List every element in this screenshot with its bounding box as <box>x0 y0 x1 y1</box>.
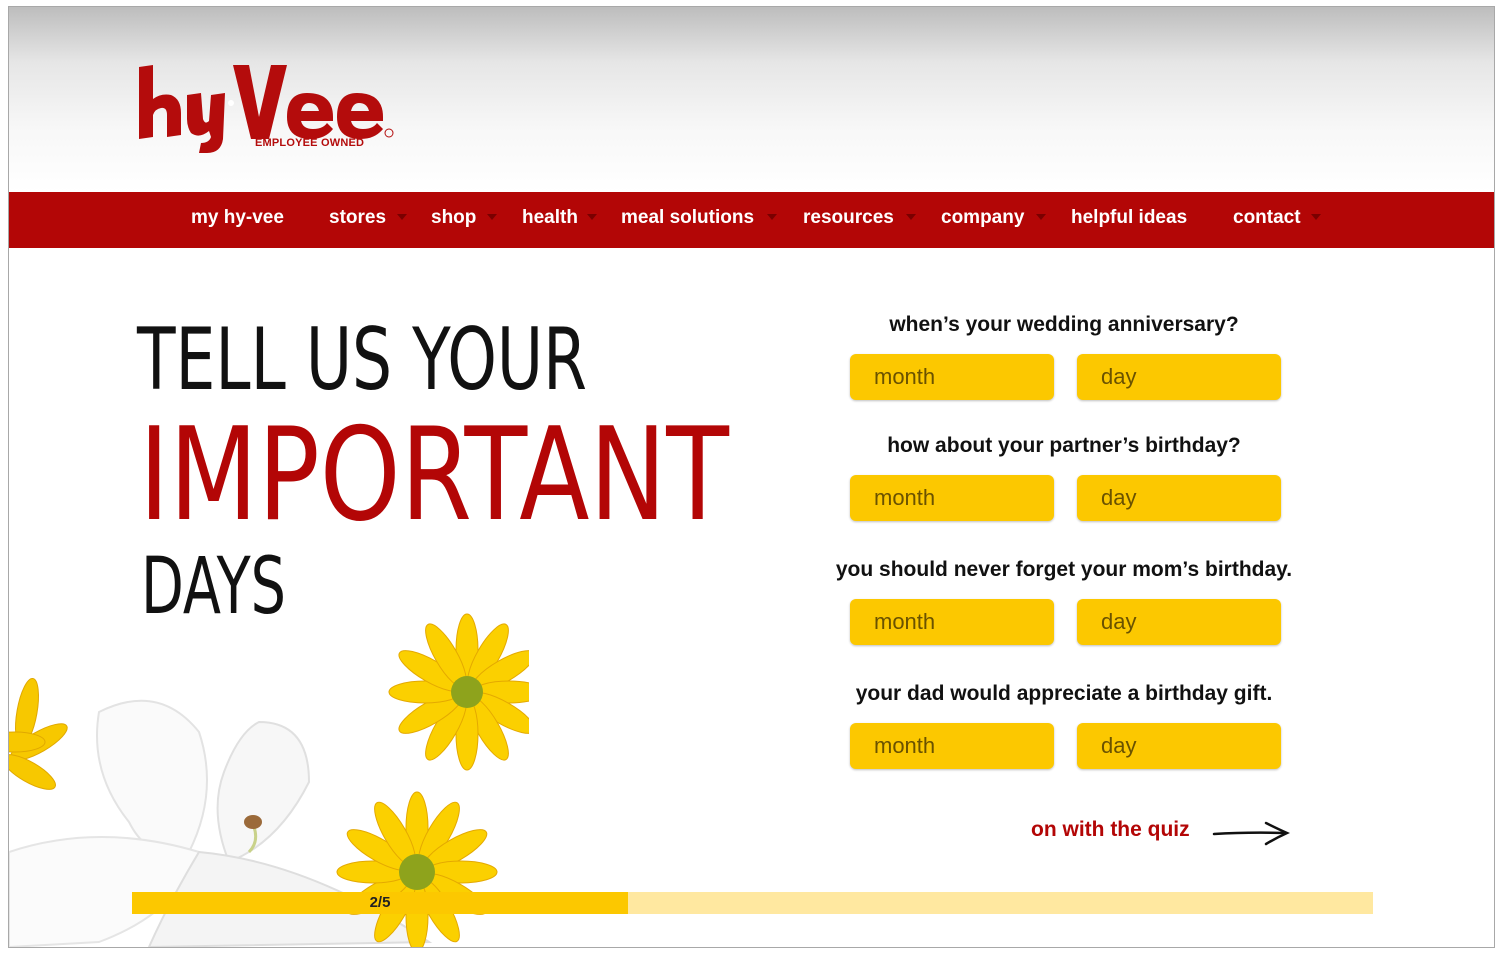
field-placeholder: month <box>874 485 936 510</box>
nav-my-hyvee[interactable]: my hy-vee <box>191 207 284 229</box>
mom-day-field[interactable]: day <box>1077 599 1281 645</box>
question-partner-birthday: how about your partner’s birthday? <box>887 434 1241 457</box>
nav-contact[interactable]: contact <box>1233 207 1301 229</box>
headline-line2: IMPORTANT <box>139 401 730 550</box>
field-placeholder: month <box>874 609 936 634</box>
health-chevron-down-icon[interactable] <box>587 214 597 220</box>
anniversary-day-field[interactable]: day <box>1077 354 1281 400</box>
anniversary-month-field[interactable]: month <box>850 354 1054 400</box>
question-dad-birthday: your dad would appreciate a birthday gif… <box>855 682 1273 705</box>
main-nav: my hy-vee stores shop health meal soluti… <box>9 192 1494 248</box>
mom-month-field[interactable]: month <box>850 599 1054 645</box>
shop-chevron-down-icon[interactable] <box>487 214 497 220</box>
nav-company[interactable]: company <box>941 207 1024 229</box>
field-placeholder: day <box>1101 609 1137 634</box>
resources-chevron-down-icon[interactable] <box>906 214 916 220</box>
yellow-daisy-top-icon <box>388 613 529 771</box>
dad-month-field[interactable]: month <box>850 723 1054 769</box>
site-header: EMPLOYEE OWNED <box>9 7 1494 192</box>
field-placeholder: day <box>1101 733 1137 758</box>
field-placeholder: day <box>1101 485 1137 510</box>
nav-helpful-ideas[interactable]: helpful ideas <box>1071 207 1187 229</box>
page-frame: EMPLOYEE OWNED my hy-vee stores shop hea… <box>8 6 1495 948</box>
next-quiz-link[interactable]: on with the quiz <box>1031 818 1190 842</box>
field-placeholder: month <box>874 364 936 389</box>
meal-solutions-chevron-down-icon[interactable] <box>767 214 777 220</box>
company-chevron-down-icon[interactable] <box>1036 214 1046 220</box>
field-placeholder: month <box>874 733 936 758</box>
partner-month-field[interactable]: month <box>850 475 1054 521</box>
question-mom-birthday: you should never forget your mom’s birth… <box>835 558 1293 581</box>
stores-chevron-down-icon[interactable] <box>397 214 407 220</box>
nav-health[interactable]: health <box>522 207 578 229</box>
nav-stores[interactable]: stores <box>329 207 386 229</box>
nav-shop[interactable]: shop <box>431 207 476 229</box>
page-headline: TELL US YOUR IMPORTANT DAYS <box>136 310 730 632</box>
progress-bar: 2/5 <box>132 892 1373 914</box>
partner-day-field[interactable]: day <box>1077 475 1281 521</box>
headline-line1: TELL US YOUR <box>136 310 587 410</box>
field-placeholder: day <box>1101 364 1137 389</box>
contact-chevron-down-icon[interactable] <box>1311 214 1321 220</box>
yellow-daisy-left-icon <box>9 677 68 790</box>
arrow-right-icon[interactable] <box>1212 820 1290 846</box>
progress-label: 2/5 <box>369 894 391 911</box>
nav-resources[interactable]: resources <box>803 207 894 229</box>
dad-day-field[interactable]: day <box>1077 723 1281 769</box>
nav-meal-solutions[interactable]: meal solutions <box>621 207 754 229</box>
question-anniversary: when’s your wedding anniversary? <box>889 313 1239 336</box>
logo-tagline: EMPLOYEE OWNED <box>255 137 365 149</box>
